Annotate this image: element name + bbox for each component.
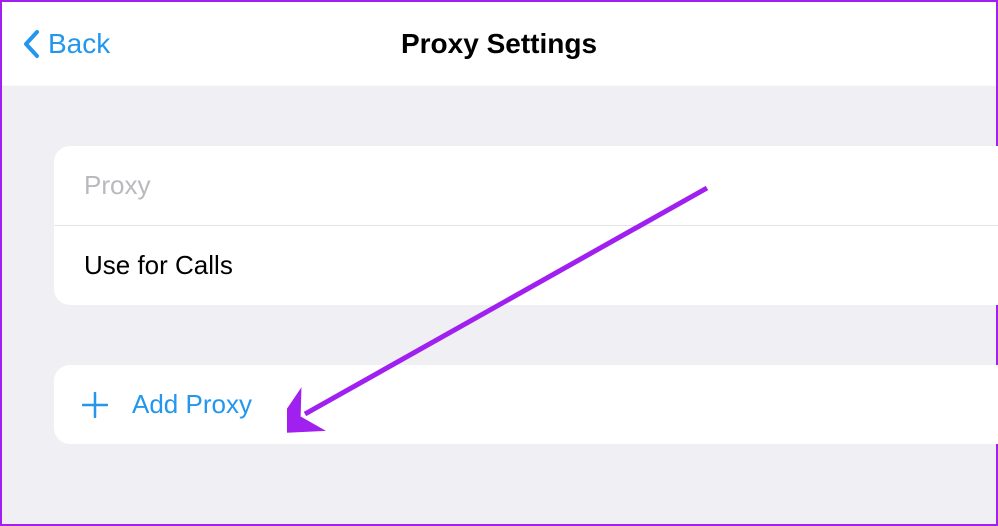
- proxy-row[interactable]: Proxy: [54, 146, 998, 226]
- chevron-left-icon: [22, 29, 40, 59]
- add-proxy-button[interactable]: Add Proxy: [54, 365, 998, 444]
- proxy-settings-group: Proxy Use for Calls: [54, 146, 998, 305]
- navigation-header: Back Proxy Settings: [2, 2, 996, 86]
- plus-icon: [82, 392, 108, 418]
- proxy-label: Proxy: [84, 170, 150, 200]
- back-label: Back: [48, 28, 110, 60]
- use-for-calls-label: Use for Calls: [84, 250, 233, 280]
- back-button[interactable]: Back: [22, 28, 110, 60]
- page-title: Proxy Settings: [401, 28, 597, 60]
- add-proxy-group: Add Proxy: [54, 365, 998, 444]
- content-area: Proxy Use for Calls Add Proxy: [2, 86, 996, 524]
- use-for-calls-row[interactable]: Use for Calls: [54, 226, 998, 305]
- add-proxy-label: Add Proxy: [132, 389, 252, 420]
